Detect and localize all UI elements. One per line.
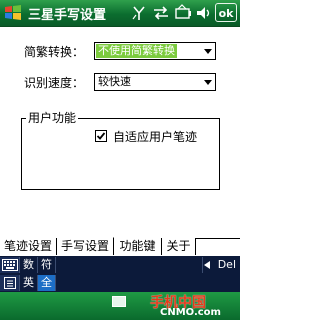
input-area[interactable]: [56, 257, 202, 273]
sip-keyboard-icon[interactable]: [112, 296, 126, 307]
tab-function-keys[interactable]: 功能键: [114, 238, 162, 255]
symbol-mode-button[interactable]: 符: [38, 257, 56, 273]
battery-icon[interactable]: [174, 3, 192, 23]
conversion-dropdown[interactable]: 不使用简繁转换: [94, 42, 216, 60]
chevron-down-icon: [204, 80, 212, 85]
ok-button[interactable]: ok: [215, 3, 237, 22]
tab-about[interactable]: 关于: [162, 238, 196, 255]
adaptive-handwriting-checkbox[interactable]: [95, 130, 107, 142]
numeric-mode-button[interactable]: 数: [20, 257, 38, 273]
title-bar: 三星手写设置 ok: [0, 0, 240, 27]
input-panel: 数 符 Del 英 全: [0, 256, 240, 292]
chevron-down-icon: [204, 49, 212, 54]
group-legend: 用户功能: [26, 109, 79, 126]
conversion-value: 不使用简繁转换: [96, 44, 177, 58]
sync-icon[interactable]: [152, 3, 170, 23]
menu-icon[interactable]: [0, 275, 20, 291]
english-mode-button[interactable]: 英: [20, 275, 38, 291]
input-area-lower[interactable]: [56, 275, 240, 291]
adaptive-handwriting-label[interactable]: 自适应用户笔迹: [113, 128, 197, 145]
checkmark-icon: [96, 132, 106, 140]
window-title: 三星手写设置: [28, 8, 107, 23]
conversion-label: 简繁转换：: [24, 45, 85, 59]
speed-label: 识别速度：: [24, 76, 85, 90]
speed-dropdown[interactable]: 较快速: [94, 73, 216, 91]
keyboard-icon[interactable]: [0, 257, 20, 273]
tab-handwriting-settings[interactable]: 手写设置: [57, 237, 114, 255]
backspace-arrow-icon[interactable]: [202, 257, 210, 273]
tab-handwriting-style[interactable]: 笔迹设置: [0, 238, 57, 255]
antenna-icon[interactable]: [131, 3, 147, 23]
speaker-icon[interactable]: [195, 3, 213, 23]
start-menu-icon[interactable]: [3, 3, 23, 23]
speed-value: 较快速: [98, 75, 131, 88]
brand-url: CNMO.com: [160, 307, 221, 318]
fullwidth-mode-button[interactable]: 全: [38, 275, 56, 291]
delete-button[interactable]: Del: [218, 257, 236, 273]
